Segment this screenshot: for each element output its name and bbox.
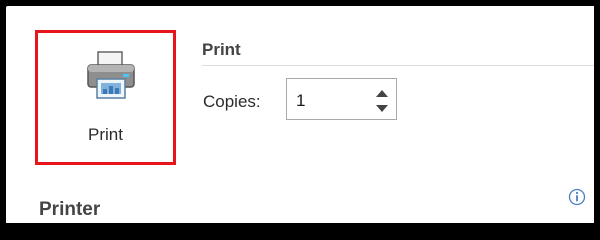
spin-up-arrow-icon[interactable] [374, 86, 390, 98]
print-button-label: Print [88, 125, 123, 144]
printer-section-heading: Printer [39, 199, 101, 220]
copies-label: Copies: [203, 92, 261, 111]
printer-icon [83, 49, 139, 105]
spin-down-arrow-icon[interactable] [374, 102, 390, 114]
print-button[interactable]: Print [35, 30, 176, 165]
print-panel: Print Print Copies: 1 Printer [6, 6, 594, 223]
print-section-title: Print [202, 40, 241, 59]
info-icon[interactable] [568, 188, 586, 206]
copies-input[interactable]: 1 [296, 91, 305, 111]
copies-stepper[interactable]: 1 [286, 78, 397, 120]
section-divider [202, 65, 594, 66]
